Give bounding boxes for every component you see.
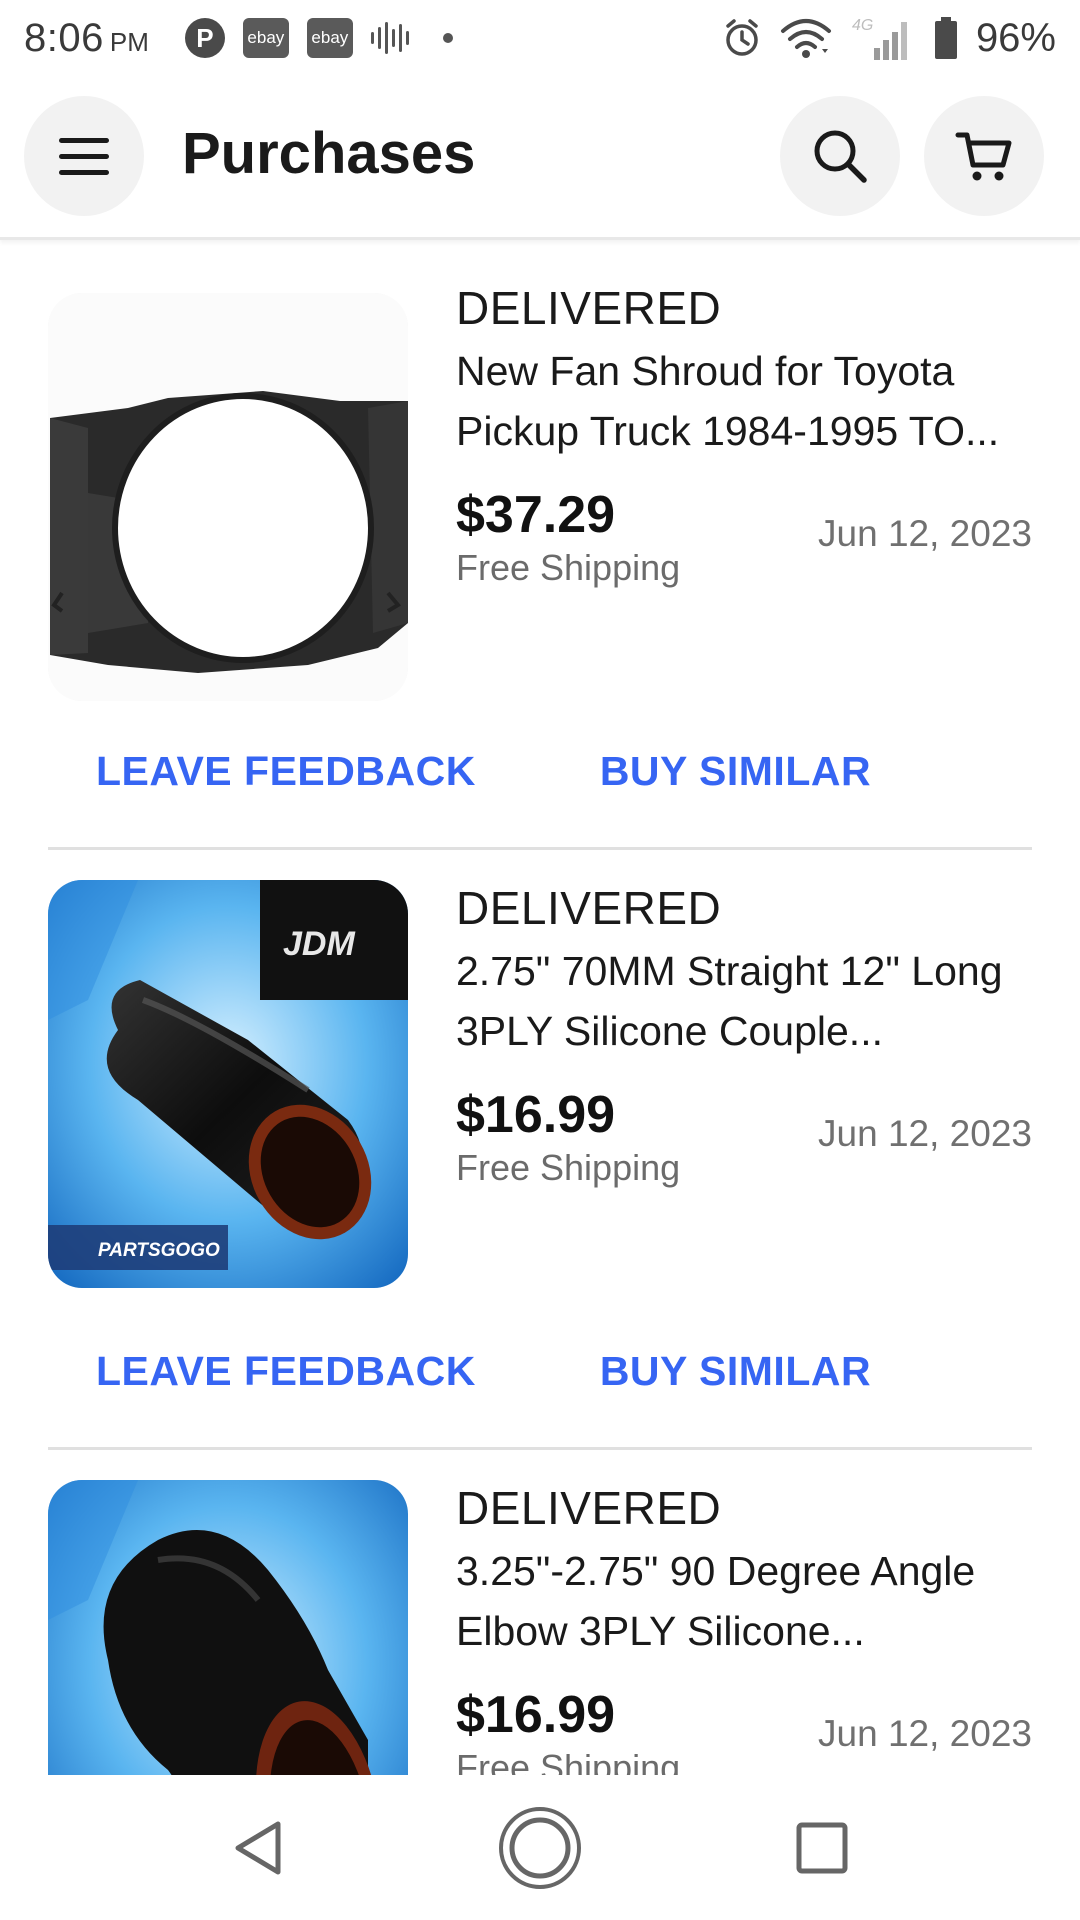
item-price: $37.29: [456, 486, 616, 544]
search-button[interactable]: [780, 96, 900, 216]
fan-shroud-image: [48, 293, 408, 701]
order-item[interactable]: DELIVERED 3.25"-2.75" 90 Degree Angle El…: [0, 1443, 1080, 1775]
leave-feedback-button[interactable]: LEAVE FEEDBACK: [96, 748, 476, 795]
home-circle-icon: [499, 1806, 581, 1889]
notification-icons: P ebay ebay: [184, 18, 453, 58]
battery-percent: 96%: [975, 15, 1056, 60]
partsgogo-logo-text: PARTSGOGO: [98, 1240, 220, 1261]
order-info: DELIVERED 3.25"-2.75" 90 Degree Angle El…: [456, 1481, 1032, 1775]
order-status: DELIVERED: [456, 1482, 722, 1534]
item-title[interactable]: 2.75" 70MM Straight 12" Long 3PLY Silico…: [456, 941, 1032, 1061]
order-info: DELIVERED 2.75" 70MM Straight 12" Long 3…: [456, 881, 1032, 1195]
more-notifications-dot-icon: [442, 33, 453, 43]
wifi-icon: [780, 19, 831, 58]
order-date: Jun 12, 2023: [818, 1113, 1032, 1154]
menu-button[interactable]: [24, 96, 144, 216]
order-actions: LEAVE FEEDBACK BUY SIMILAR: [96, 1348, 871, 1395]
item-price: $16.99: [456, 1086, 616, 1144]
alarm-icon: [726, 19, 758, 56]
order-date: Jun 12, 2023: [818, 1713, 1032, 1754]
item-title[interactable]: 3.25"-2.75" 90 Degree Angle Elbow 3PLY S…: [456, 1541, 1032, 1661]
order-date: Jun 12, 2023: [818, 513, 1032, 554]
order-status: DELIVERED: [456, 882, 722, 934]
order-item[interactable]: JDM PARTSGOGO DELIVERED 2.75" 70MM Strai…: [0, 843, 1080, 1450]
buy-similar-button[interactable]: BUY SIMILAR: [600, 1348, 871, 1395]
item-title[interactable]: New Fan Shroud for Toyota Pickup Truck 1…: [456, 341, 1032, 461]
price-row: $16.99 Free Shipping Jun 12, 2023: [456, 1085, 1032, 1195]
order-actions: LEAVE FEEDBACK BUY SIMILAR: [96, 748, 871, 795]
recents-square-icon: [796, 1822, 848, 1873]
price-row: $37.29 Free Shipping Jun 12, 2023: [456, 485, 1032, 595]
back-button[interactable]: [210, 1800, 306, 1896]
search-icon: [814, 130, 867, 183]
cellular-signal-icon: 4G: [852, 17, 907, 60]
cart-button[interactable]: [924, 96, 1044, 216]
recents-button[interactable]: [774, 1800, 870, 1896]
silicone-coupler-image: JDM PARTSGOGO: [48, 880, 408, 1288]
app-header: Purchases: [0, 76, 1080, 240]
status-ampm: PM: [109, 26, 149, 57]
shipping-info: Free Shipping: [456, 1747, 681, 1775]
page-title: Purchases: [182, 121, 476, 186]
order-status: DELIVERED: [456, 282, 722, 334]
purchases-list[interactable]: DELIVERED New Fan Shroud for Toyota Pick…: [0, 243, 1080, 1775]
product-image-fan-shroud[interactable]: [48, 293, 408, 701]
menu-icon: [59, 138, 109, 175]
order-info: DELIVERED New Fan Shroud for Toyota Pick…: [456, 281, 1032, 595]
system-navigation-bar: [0, 1775, 1080, 1920]
product-image-silicone-elbow[interactable]: [48, 1480, 408, 1775]
status-bar: 8:06 PM P ebay ebay 4G 96%: [0, 0, 1080, 76]
back-triangle-icon: [235, 1821, 281, 1874]
price-row: $16.99 Free Shipping Jun 12, 2023: [456, 1685, 1032, 1775]
silicone-elbow-image: [48, 1480, 408, 1775]
battery-icon: [934, 17, 957, 59]
status-right-icons: 4G 96%: [722, 14, 1056, 62]
ebay-notification-icon-2: ebay: [306, 18, 353, 58]
buy-similar-button[interactable]: BUY SIMILAR: [600, 748, 871, 795]
ebay-notification-icon: ebay: [242, 18, 289, 58]
leave-feedback-button[interactable]: LEAVE FEEDBACK: [96, 1348, 476, 1395]
audio-wave-icon: [370, 20, 409, 56]
network-type-label: 4G: [852, 17, 873, 34]
order-item[interactable]: DELIVERED New Fan Shroud for Toyota Pick…: [0, 243, 1080, 850]
item-price: $16.99: [456, 1686, 616, 1744]
jdm-logo-text: JDM: [283, 925, 355, 963]
cart-icon: [955, 132, 1012, 181]
status-time: 8:06: [24, 15, 104, 60]
product-image-silicone-coupler[interactable]: JDM PARTSGOGO: [48, 880, 408, 1288]
shipping-info: Free Shipping: [456, 547, 681, 588]
home-button[interactable]: [492, 1800, 588, 1896]
p-app-notification-icon: P: [184, 18, 225, 58]
shipping-info: Free Shipping: [456, 1147, 681, 1188]
